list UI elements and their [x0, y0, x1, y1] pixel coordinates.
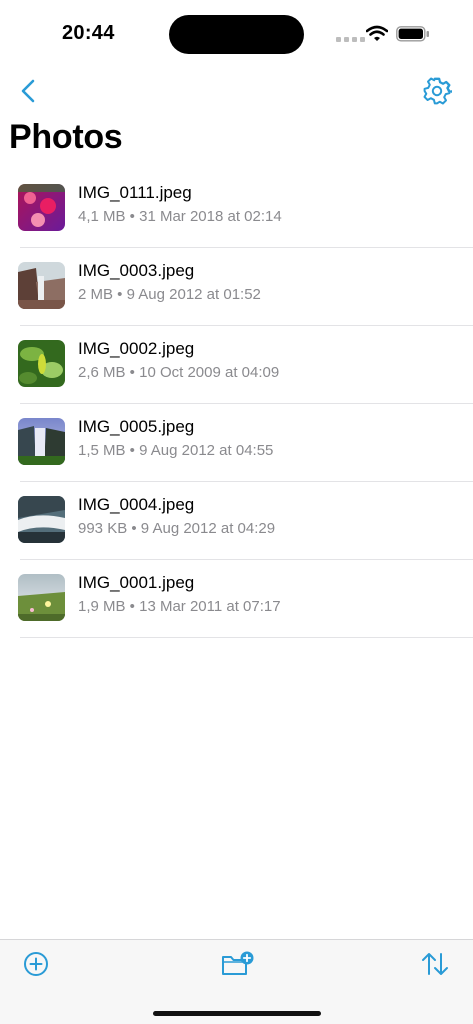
status-bar: 20:44: [0, 0, 473, 70]
photo-thumbnail: [18, 418, 65, 465]
file-meta: 993 KB • 9 Aug 2012 at 04:29: [78, 520, 276, 537]
file-row[interactable]: IMG_0004.jpeg 993 KB • 9 Aug 2012 at 04:…: [0, 482, 473, 560]
sort-arrows-icon[interactable]: [420, 950, 450, 978]
file-name: IMG_0003.jpeg: [78, 261, 195, 280]
photo-thumbnail: [18, 184, 65, 231]
page-title: Photos: [9, 118, 123, 156]
file-name: IMG_0002.jpeg: [78, 339, 195, 358]
file-meta: 2 MB • 9 Aug 2012 at 01:52: [78, 286, 261, 303]
home-indicator: [153, 1011, 321, 1016]
status-time: 20:44: [62, 22, 115, 44]
file-meta: 2,6 MB • 10 Oct 2009 at 04:09: [78, 364, 280, 381]
photo-thumbnail: [18, 262, 65, 309]
file-meta: 4,1 MB • 31 Mar 2018 at 02:14: [78, 208, 282, 225]
cellular-signal-icon: [336, 37, 365, 42]
file-row[interactable]: IMG_0001.jpeg 1,9 MB • 13 Mar 2011 at 07…: [0, 560, 473, 638]
dynamic-island: [169, 15, 304, 54]
file-list: IMG_0111.jpeg 4,1 MB • 31 Mar 2018 at 02…: [0, 170, 473, 638]
file-row[interactable]: IMG_0111.jpeg 4,1 MB • 31 Mar 2018 at 02…: [0, 170, 473, 248]
file-name: IMG_0001.jpeg: [78, 573, 195, 592]
folder-plus-icon[interactable]: [220, 950, 256, 978]
file-row[interactable]: IMG_0005.jpeg 1,5 MB • 9 Aug 2012 at 04:…: [0, 404, 473, 482]
file-name: IMG_0005.jpeg: [78, 417, 195, 436]
file-row[interactable]: IMG_0002.jpeg 2,6 MB • 10 Oct 2009 at 04…: [0, 326, 473, 404]
file-name: IMG_0004.jpeg: [78, 495, 195, 514]
back-chevron-icon[interactable]: [18, 78, 40, 104]
row-separator: [20, 637, 473, 638]
photo-thumbnail: [18, 340, 65, 387]
gear-icon[interactable]: [422, 76, 452, 106]
photo-thumbnail: [18, 496, 65, 543]
file-meta: 1,5 MB • 9 Aug 2012 at 04:55: [78, 442, 274, 459]
wifi-icon: [366, 25, 388, 41]
file-row[interactable]: IMG_0003.jpeg 2 MB • 9 Aug 2012 at 01:52: [0, 248, 473, 326]
bottom-toolbar: [0, 939, 473, 1024]
photo-thumbnail: [18, 574, 65, 621]
battery-icon: [396, 26, 429, 42]
plus-circle-icon[interactable]: [22, 950, 50, 978]
file-name: IMG_0111.jpeg: [78, 183, 192, 202]
file-meta: 1,9 MB • 13 Mar 2011 at 07:17: [78, 598, 281, 615]
